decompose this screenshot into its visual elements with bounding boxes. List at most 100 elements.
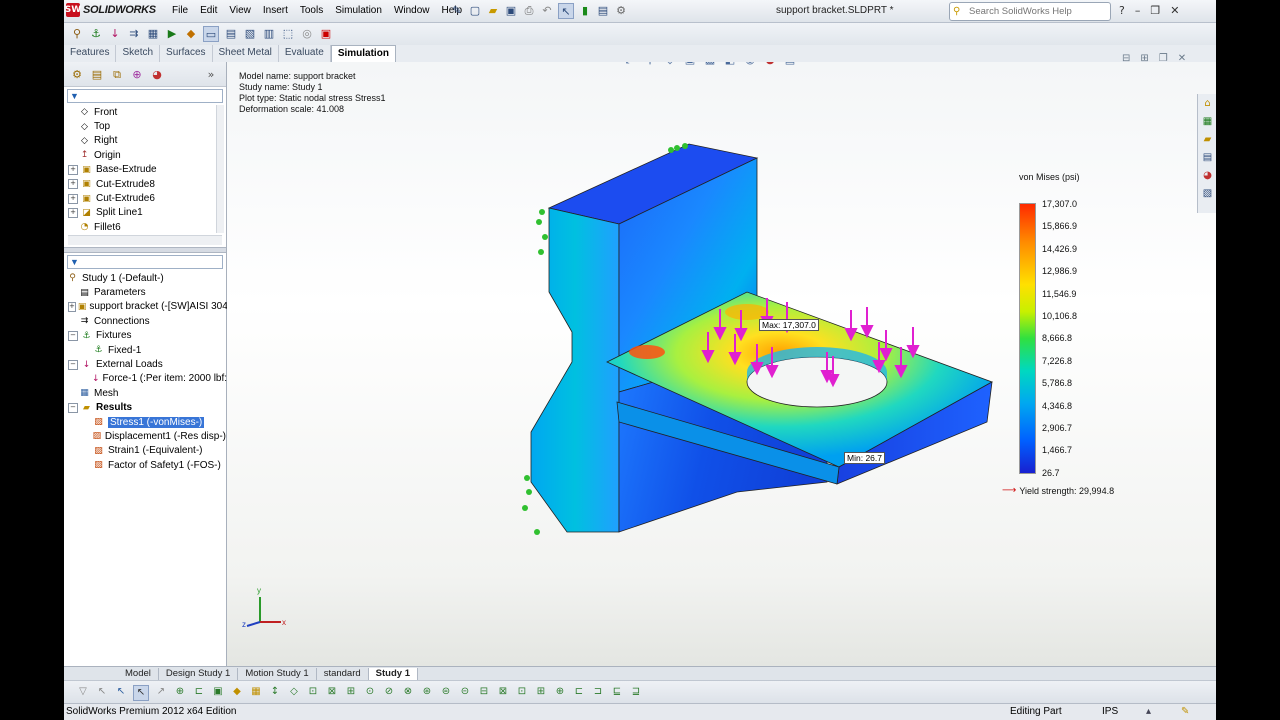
max-probe-label[interactable]: Max: 17,307.0 [759,319,819,331]
tab-simulation[interactable]: Simulation [330,45,396,62]
options-icon[interactable]: ⚙ [614,3,628,17]
filter-center-marks-icon[interactable]: ⊙ [363,685,377,699]
tab-evaluate[interactable]: Evaluate [279,45,331,62]
tab-surfaces[interactable]: Surfaces [160,45,213,62]
filter-solid-bodies-icon[interactable]: ▦ [249,685,263,699]
filter-vertices-icon[interactable]: ⊕ [173,685,187,699]
minimize-button[interactable]: – [1135,4,1141,17]
min-probe-label[interactable]: Min: 26.7 [844,452,885,464]
compare-results-icon[interactable]: ▤ [224,26,238,40]
select-other-icon[interactable]: ↖ [95,685,109,699]
study-item-part[interactable]: + ▣ support bracket (-[SW]AISI 304 [64,300,228,314]
simulation-advisor-icon[interactable]: ▣ [319,26,333,40]
tab-design-study-1[interactable]: Design Study 1 [159,667,239,680]
tree-item-cut-extrude8[interactable]: + ▣ Cut-Extrude8 [64,177,226,191]
study-filter[interactable]: ▼ [67,255,223,269]
simulation-options-icon[interactable]: ◎ [300,26,314,40]
file-explorer-icon[interactable]: ▰ [1201,133,1215,147]
viewport-minimize-icon[interactable]: ⊟ [1122,53,1130,64]
rebuild-status-icon[interactable]: ✎ [1181,706,1189,717]
tab-features[interactable]: Features [64,45,117,62]
filter-surface-finish-icon[interactable]: ⊛ [420,685,434,699]
fixture-advisor-icon[interactable]: ⚓ [89,26,103,40]
open-folder-icon[interactable]: ▰ [486,3,500,17]
feature-filter[interactable]: ▼ [67,89,223,103]
expand-icon[interactable]: + [68,301,76,312]
dimxpert-tab-icon[interactable]: ⊕ [130,67,144,81]
external-loads-icon[interactable]: ↓ [108,26,122,40]
include-image-icon[interactable]: ⬚ [281,26,295,40]
plot-tools-icon[interactable]: ▧ [243,26,257,40]
filter-toolbar-icon[interactable]: ▽ [76,685,90,699]
expand-icon[interactable]: + [68,207,78,218]
study-root[interactable]: ⚲ Study 1 (-Default-) [64,271,226,285]
quick-tips-icon[interactable]: ▴ [1146,706,1151,717]
feature-manager-tab-icon[interactable]: ⚙ [70,67,84,81]
select-pointer-icon[interactable]: ↖ [558,3,574,19]
tree-item-origin[interactable]: ↥ Origin [64,148,226,162]
study-item-force-1[interactable]: ↓ Force-1 (:Per item: 2000 lbf: [64,372,227,386]
help-search-box[interactable]: ⚲ [949,2,1111,21]
expand-icon[interactable]: + [68,193,78,204]
study-item-parameters[interactable]: ▤ Parameters [64,285,226,299]
filter-faces-icon[interactable]: ▣ [211,685,225,699]
expand-icon[interactable]: + [68,164,78,175]
menu-insert[interactable]: Insert [263,5,288,16]
solidworks-resources-icon[interactable]: ⌂ [1201,97,1215,111]
collapse-panel-icon[interactable]: » [204,67,218,81]
tree-item-front[interactable]: ◇ Front [64,105,226,119]
results-advisor-icon[interactable]: ◆ [184,26,198,40]
collapse-icon[interactable]: − [68,402,78,413]
study-item-mesh[interactable]: ▦ Mesh [64,386,226,400]
menu-simulation[interactable]: Simulation [335,5,382,16]
study-item-factor-of-safety1[interactable]: ▨ Factor of Safety1 (-FOS-) [64,458,226,472]
rebuild-icon[interactable]: ▮ [578,3,592,17]
filter-geometric-tolerance-icon[interactable]: ⊜ [439,685,453,699]
undo-icon[interactable]: ↶ [540,3,554,17]
property-manager-tab-icon[interactable]: ▤ [90,67,104,81]
new-document-icon[interactable]: ▢ [468,3,482,17]
feature-tree-hscrollbar[interactable] [68,235,222,245]
filter-notes-icon[interactable]: ⊝ [458,685,472,699]
menu-window[interactable]: Window [394,5,430,16]
tab-sheet-metal[interactable]: Sheet Metal [213,45,279,62]
custom-properties-icon[interactable]: ▧ [1201,187,1215,201]
filter-meshes-icon[interactable]: ⊒ [629,685,643,699]
deformed-result-icon[interactable]: ▭ [203,26,219,42]
pin-icon[interactable]: ✎ [450,3,464,17]
study-item-fixed-1[interactable]: ⚓ Fixed-1 [64,343,226,357]
tree-item-right[interactable]: ◇ Right [64,134,226,148]
filter-datum-feature-icon[interactable]: ⊟ [477,685,491,699]
print-icon[interactable]: ⎙ [522,3,536,17]
help-search-input[interactable] [967,5,1091,18]
select-icon[interactable]: ↖ [133,685,149,701]
tab-model[interactable]: Model [118,667,159,680]
filter-weld-symbol-icon[interactable]: ⊠ [496,685,510,699]
view-palette-icon[interactable]: ▤ [1201,151,1215,165]
study-item-displacement1[interactable]: ▨ Displacement1 (-Res disp-) [64,429,226,443]
menu-edit[interactable]: Edit [200,5,217,16]
filter-routing-points-icon[interactable]: ⊑ [610,685,624,699]
viewport-close-icon[interactable]: ✕ [1178,53,1186,64]
tree-item-split-line1[interactable]: + ◪ Split Line1 [64,206,226,220]
menu-view[interactable]: View [229,5,251,16]
configuration-manager-tab-icon[interactable]: ⧉ [110,67,124,81]
report-icon[interactable]: ▥ [262,26,276,40]
study-item-connections[interactable]: ⇉ Connections [64,314,226,328]
tree-item-cut-extrude6[interactable]: + ▣ Cut-Extrude6 [64,191,226,205]
display-manager-tab-icon[interactable]: ◕ [150,67,164,81]
filter-cosmetic-threads-icon[interactable]: ⊞ [534,685,548,699]
tab-sketch[interactable]: Sketch [116,45,161,62]
connections-icon[interactable]: ⇉ [127,26,141,40]
run-icon[interactable]: ▶ [165,26,179,40]
tree-item-fillet6[interactable]: ◔ Fillet6 [64,220,226,234]
help-question-icon[interactable]: ? [1119,4,1125,17]
study-icon[interactable]: ⚲ [70,26,84,40]
tab-motion-study-1[interactable]: Motion Study 1 [238,667,317,680]
selection-filter-icon[interactable]: ↖ [114,685,128,699]
filter-blocks-icon[interactable]: ⊕ [553,685,567,699]
study-item-results[interactable]: − ▰ Results [64,401,226,415]
filter-midpoints-icon[interactable]: ⊞ [344,685,358,699]
filter-axes-icon[interactable]: ↕ [268,685,282,699]
filter-connection-points-icon[interactable]: ⊐ [591,685,605,699]
